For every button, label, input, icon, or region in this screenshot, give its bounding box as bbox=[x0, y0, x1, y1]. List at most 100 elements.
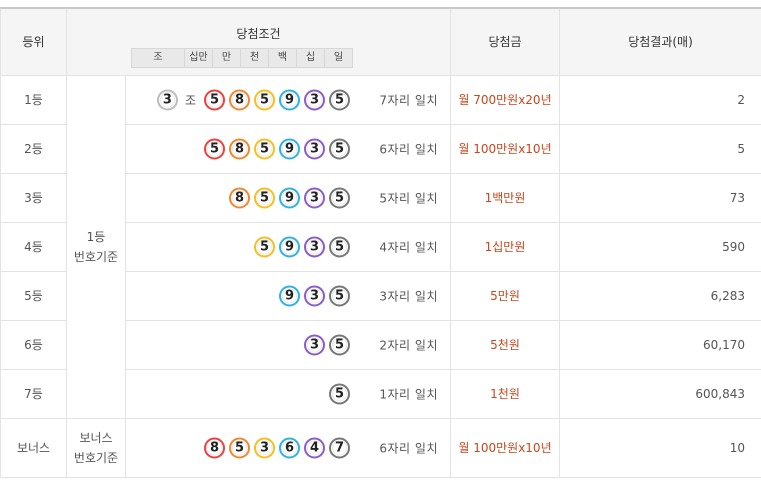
winners-count-cell: 6,283 bbox=[560, 271, 761, 320]
unit-il: 일 bbox=[324, 48, 353, 68]
unit-cheon: 천 bbox=[240, 48, 269, 68]
ball-sip: 3 bbox=[304, 285, 325, 306]
prize-cell: 1백만원 bbox=[451, 173, 560, 222]
prize-cell: 1십만원 bbox=[451, 222, 560, 271]
winners-count-cell: 590 bbox=[560, 222, 761, 271]
header-result: 당첨결과(매) bbox=[560, 8, 761, 75]
ball-il: 5 bbox=[329, 334, 350, 355]
match-label: 4자리 일치 bbox=[379, 238, 438, 255]
ball-group: 935 bbox=[279, 285, 350, 306]
header-prize: 당첨금 bbox=[451, 8, 560, 75]
prize-cell: 월 700만원x20년 bbox=[451, 75, 560, 124]
match-label: 7자리 일치 bbox=[379, 91, 438, 108]
rank-cell: 6등 bbox=[1, 320, 67, 369]
ball-il: 5 bbox=[329, 187, 350, 208]
ball-sip: 3 bbox=[304, 138, 325, 159]
winning-numbers-cell: 35 2자리 일치 bbox=[126, 320, 451, 369]
jo-label: 조 bbox=[185, 91, 196, 108]
prize-cell: 1천원 bbox=[451, 369, 560, 418]
ball-sip: 4 bbox=[304, 437, 325, 458]
ball-cheon: 5 bbox=[254, 187, 275, 208]
ball-group: 85935 bbox=[229, 187, 350, 208]
standard-bonus-line: 번호기준 bbox=[67, 448, 125, 468]
winners-count-cell: 5 bbox=[560, 124, 761, 173]
ball-il: 5 bbox=[329, 89, 350, 110]
ball-il: 5 bbox=[329, 138, 350, 159]
ball-man: 8 bbox=[229, 89, 250, 110]
prize-cell: 5천원 bbox=[451, 320, 560, 369]
ball-group: 5935 bbox=[254, 236, 350, 257]
ball-man: 8 bbox=[229, 187, 250, 208]
match-label: 6자리 일치 bbox=[379, 439, 438, 456]
standard-main-line: 번호기준 bbox=[67, 247, 125, 267]
prize-cell: 월 100만원x10년 bbox=[451, 418, 560, 477]
rank-cell: 7등 bbox=[1, 369, 67, 418]
ball-sibman: 5 bbox=[204, 138, 225, 159]
standard-main-line: 1등 bbox=[67, 227, 125, 247]
match-label: 2자리 일치 bbox=[379, 336, 438, 353]
ball-jo: 3 bbox=[157, 89, 178, 110]
unit-labels: 조 십만 만 천 백 십 일 bbox=[132, 48, 450, 68]
ball-cheon: 3 bbox=[254, 437, 275, 458]
match-label: 1자리 일치 bbox=[379, 385, 438, 402]
unit-sibman: 십만 bbox=[184, 48, 213, 68]
match-label: 5자리 일치 bbox=[379, 189, 438, 206]
lottery-result-table: 등위 당첨조건 조 십만 만 천 백 십 일 당첨금 당첨결과(매) 1등1등번… bbox=[0, 7, 761, 478]
standard-bonus: 보너스번호기준 bbox=[67, 418, 126, 477]
header-rank: 등위 bbox=[1, 8, 67, 75]
ball-group: 35 bbox=[304, 334, 350, 355]
ball-sibman: 8 bbox=[204, 437, 225, 458]
winners-count-cell: 2 bbox=[560, 75, 761, 124]
table-row: 1등1등번호기준3조5859357자리 일치월 700만원x20년2 bbox=[1, 75, 761, 124]
winning-numbers-cell: 3조5859357자리 일치 bbox=[126, 75, 451, 124]
rank-cell: 3등 bbox=[1, 173, 67, 222]
unit-man: 만 bbox=[212, 48, 241, 68]
ball-il: 5 bbox=[329, 383, 350, 404]
rank-cell: 2등 bbox=[1, 124, 67, 173]
ball-cheon: 5 bbox=[254, 89, 275, 110]
ball-sip: 3 bbox=[304, 89, 325, 110]
rank-cell: 4등 bbox=[1, 222, 67, 271]
ball-sip: 3 bbox=[304, 187, 325, 208]
ball-cheon: 5 bbox=[254, 236, 275, 257]
ball-group: 3조585935 bbox=[157, 89, 350, 110]
ball-il: 5 bbox=[329, 236, 350, 257]
match-label: 3자리 일치 bbox=[379, 287, 438, 304]
match-label: 6자리 일치 bbox=[379, 140, 438, 157]
ball-baek: 9 bbox=[279, 138, 300, 159]
winning-numbers-cell: 935 3자리 일치 bbox=[126, 271, 451, 320]
ball-baek: 6 bbox=[279, 437, 300, 458]
ball-baek: 9 bbox=[279, 236, 300, 257]
standard-main: 1등번호기준 bbox=[67, 75, 126, 418]
ball-baek: 9 bbox=[279, 285, 300, 306]
winners-count-cell: 600,843 bbox=[560, 369, 761, 418]
unit-sip: 십 bbox=[296, 48, 325, 68]
ball-group: 585935 bbox=[204, 138, 350, 159]
ball-sip: 3 bbox=[304, 236, 325, 257]
header-condition: 당첨조건 조 십만 만 천 백 십 일 bbox=[67, 8, 451, 75]
ball-cheon: 5 bbox=[254, 138, 275, 159]
ball-man: 8 bbox=[229, 138, 250, 159]
winning-numbers-cell: 853647 6자리 일치 bbox=[126, 418, 451, 477]
rank-cell: 5등 bbox=[1, 271, 67, 320]
winners-count-cell: 73 bbox=[560, 173, 761, 222]
prize-cell: 월 100만원x10년 bbox=[451, 124, 560, 173]
winners-count-cell: 60,170 bbox=[560, 320, 761, 369]
table-row: 보너스보너스번호기준8536476자리 일치월 100만원x10년10 bbox=[1, 418, 761, 477]
prize-cell: 5만원 bbox=[451, 271, 560, 320]
unit-jo: 조 bbox=[131, 48, 185, 68]
ball-sibman: 5 bbox=[204, 89, 225, 110]
ball-sip: 3 bbox=[304, 334, 325, 355]
ball-man: 5 bbox=[229, 437, 250, 458]
ball-baek: 9 bbox=[279, 187, 300, 208]
ball-baek: 9 bbox=[279, 89, 300, 110]
winning-numbers-cell: 59354자리 일치 bbox=[126, 222, 451, 271]
unit-baek: 백 bbox=[268, 48, 297, 68]
ball-il: 7 bbox=[329, 437, 350, 458]
rank-cell: 1등 bbox=[1, 75, 67, 124]
standard-bonus-line: 보너스 bbox=[67, 428, 125, 448]
ball-group: 5 bbox=[329, 383, 350, 404]
header-condition-label: 당첨조건 bbox=[67, 19, 450, 42]
winning-numbers-cell: 859355자리 일치 bbox=[126, 173, 451, 222]
ball-il: 5 bbox=[329, 285, 350, 306]
